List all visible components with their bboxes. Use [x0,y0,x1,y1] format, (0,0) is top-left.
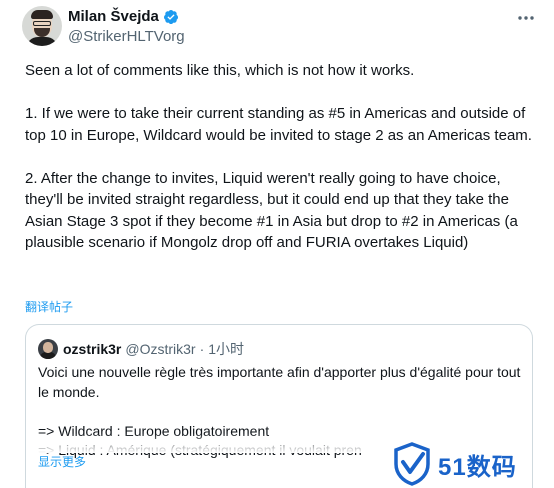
author-handle[interactable]: @StrikerHLTVorg [68,28,185,45]
watermark: 51数码 [392,442,517,486]
quoted-tweet-time: 1小时 [208,341,245,357]
shield-logo-icon [394,442,430,486]
separator-dot: · [199,341,205,357]
quoted-author-name: ozstrik3r [63,341,122,357]
author-avatar[interactable] [22,6,62,46]
quoted-author-handle: @Ozstrik3r [125,341,196,357]
tweet-paragraph: Seen a lot of comments like this, which … [25,62,415,79]
translate-post-link[interactable]: 翻译帖子 [25,298,73,315]
tweet-text: Seen a lot of comments like this, which … [25,60,537,254]
more-options-icon[interactable] [516,8,536,28]
watermark-text: 51数码 [438,453,517,481]
tweet: Milan Švejda @StrikerHLTVorg Seen a lot … [0,0,554,488]
show-more-link[interactable]: 显示更多 [38,453,86,470]
verified-badge-icon [163,9,179,25]
quoted-tweet-header: ozstrik3r @Ozstrik3r · 1小时 [63,339,244,359]
tweet-paragraph: 2. After the change to invites, Liquid w… [25,169,518,252]
tweet-paragraph: 1. If we were to take their current stan… [25,105,532,144]
quoted-author-avatar [38,339,58,359]
author-name[interactable]: Milan Švejda [68,8,159,25]
quoted-line: Voici une nouvelle règle très importante… [38,364,521,400]
author-name-row: Milan Švejda [68,8,179,25]
